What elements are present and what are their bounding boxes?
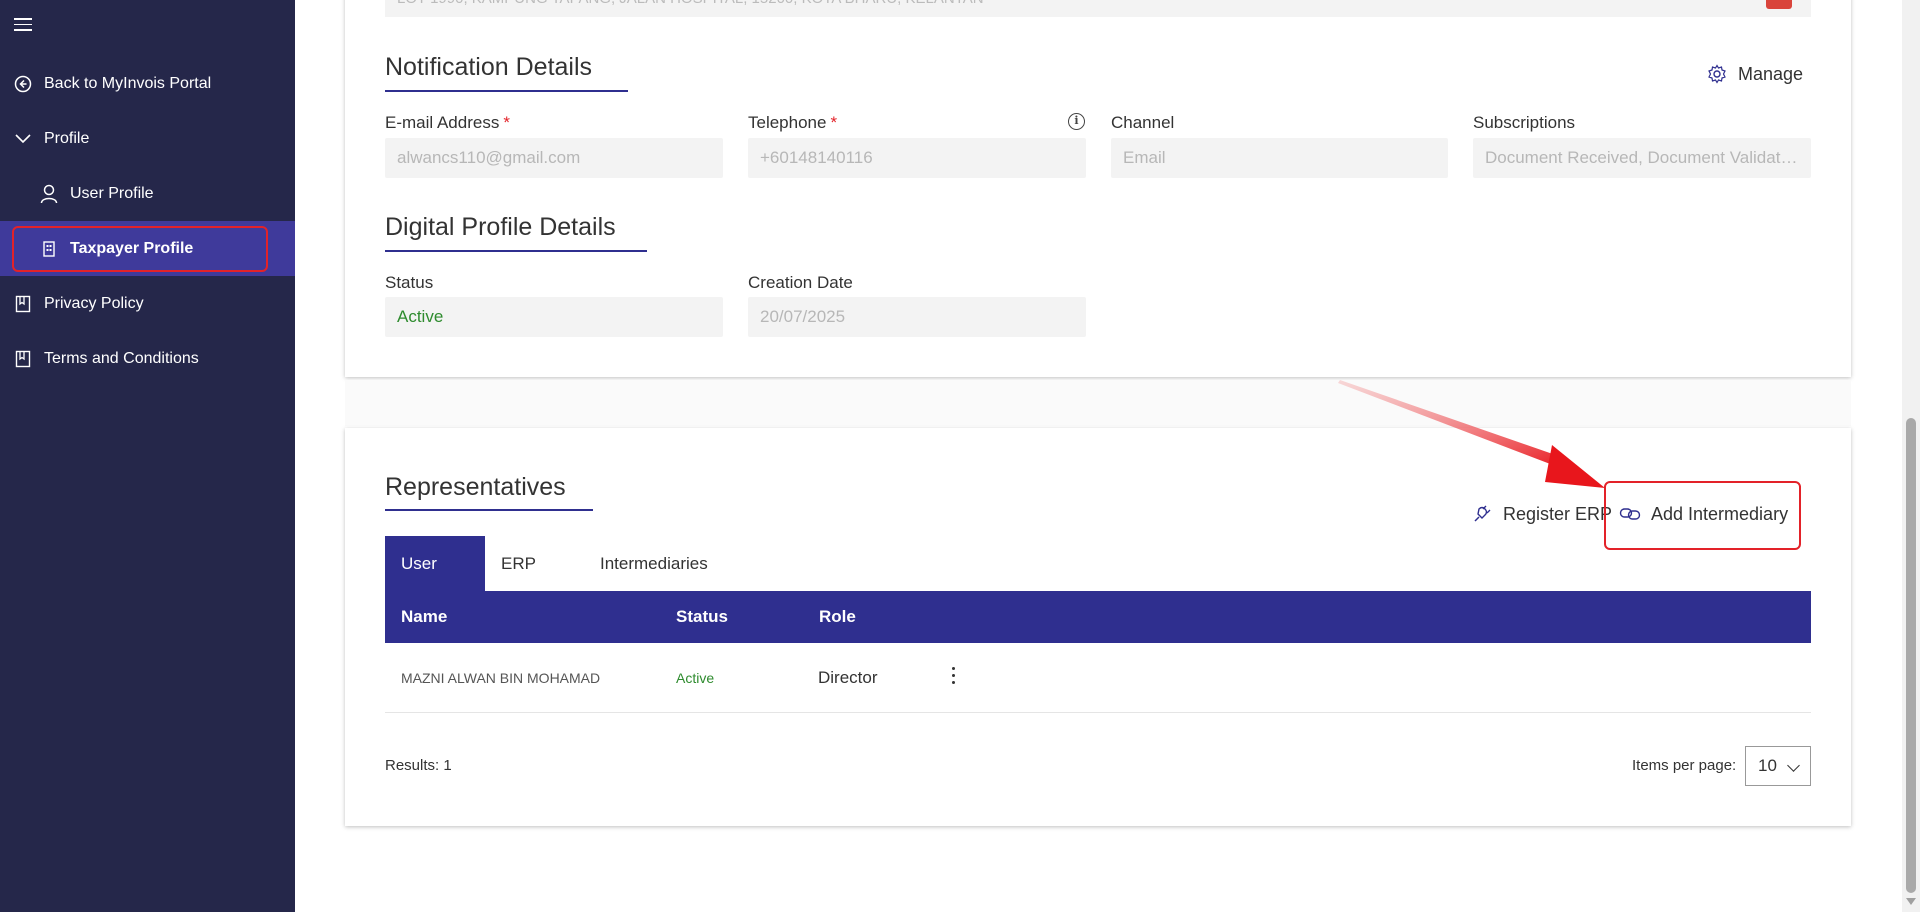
- sidebar-item-label: Profile: [44, 129, 90, 147]
- info-icon[interactable]: i: [1068, 113, 1085, 130]
- email-field[interactable]: alwancs110@gmail.com: [385, 138, 723, 178]
- edit-address-button[interactable]: [1766, 0, 1792, 9]
- section-underline: [385, 250, 647, 252]
- required-mark: *: [830, 113, 838, 132]
- channel-label: Channel: [1111, 113, 1175, 132]
- representatives-title: Representatives: [385, 473, 566, 501]
- sidebar-item-profile[interactable]: Profile: [0, 111, 295, 166]
- back-circle-icon: [12, 73, 34, 95]
- scroll-down-arrow-icon[interactable]: [1906, 898, 1916, 905]
- cell-status: Active: [676, 670, 715, 686]
- telephone-field[interactable]: +60148140116: [748, 138, 1086, 178]
- person-icon: [38, 183, 60, 205]
- add-intermediary-button[interactable]: Add Intermediary: [1619, 503, 1788, 525]
- tab-erp[interactable]: ERP: [485, 536, 565, 591]
- register-erp-button[interactable]: Register ERP: [1471, 503, 1612, 525]
- channel-field[interactable]: Email: [1111, 138, 1448, 178]
- more-options-icon[interactable]: [950, 667, 956, 689]
- cell-name: MAZNI ALWAN BIN MOHAMAD: [401, 670, 601, 686]
- status-field: Active: [385, 297, 723, 337]
- telephone-label: Telephone *: [748, 113, 838, 132]
- subscriptions-label: Subscriptions: [1473, 113, 1576, 132]
- section-gap: [345, 380, 1851, 426]
- book-icon: [12, 293, 34, 315]
- add-intermediary-label: Add Intermediary: [1651, 503, 1789, 524]
- digital-profile-title: Digital Profile Details: [385, 213, 616, 241]
- plug-icon: [1471, 503, 1493, 525]
- status-label: Status: [385, 273, 434, 292]
- vertical-scrollbar[interactable]: [1902, 0, 1920, 912]
- required-mark: *: [503, 113, 510, 132]
- creation-date-label: Creation Date: [748, 273, 853, 292]
- sidebar-item-label: Back to MyInvois Portal: [44, 74, 212, 92]
- scrollbar-thumb[interactable]: [1906, 418, 1916, 893]
- link-icon: [1619, 503, 1641, 525]
- sidebar-item-back-to-portal[interactable]: Back to MyInvois Portal: [0, 56, 295, 111]
- register-erp-label: Register ERP: [1503, 503, 1613, 524]
- book-icon: [12, 348, 34, 370]
- sidebar-item-label: Taxpayer Profile: [70, 239, 194, 257]
- gear-icon: [1706, 63, 1728, 85]
- sidebar: Back to MyInvois Portal Profile User Pro…: [0, 0, 295, 912]
- items-per-page-select[interactable]: 10: [1745, 746, 1811, 786]
- column-header-role[interactable]: Role: [819, 591, 856, 643]
- section-underline: [385, 509, 593, 511]
- annotation-arrow: [1338, 380, 1605, 488]
- creation-date-field: 20/07/2025: [748, 297, 1086, 337]
- items-per-page-value: 10: [1758, 756, 1777, 775]
- items-per-page-label: Items per page:: [1632, 757, 1737, 774]
- representatives-table-header: Name Status Role: [385, 591, 1811, 643]
- sidebar-item-privacy-policy[interactable]: Privacy Policy: [0, 276, 295, 331]
- manage-button[interactable]: Manage: [1706, 63, 1803, 85]
- address-field: LOT 1990, KAMPUNG TAPANG, JALAN HOSPITAL…: [385, 0, 1811, 17]
- manage-label: Manage: [1738, 63, 1804, 84]
- sidebar-item-user-profile[interactable]: User Profile: [0, 166, 295, 221]
- section-underline: [385, 90, 628, 92]
- sidebar-item-terms[interactable]: Terms and Conditions: [0, 331, 295, 386]
- notification-details-title: Notification Details: [385, 53, 593, 81]
- sidebar-item-label: Terms and Conditions: [44, 349, 199, 367]
- column-header-status[interactable]: Status: [676, 591, 728, 643]
- hamburger-icon[interactable]: [14, 18, 34, 34]
- results-count: Results: 1: [385, 757, 452, 774]
- email-label: E-mail Address *: [385, 113, 510, 132]
- tab-user[interactable]: User: [385, 536, 485, 591]
- chevron-down-icon: [12, 128, 34, 150]
- tab-intermediaries[interactable]: Intermediaries: [584, 536, 724, 591]
- table-row: MAZNI ALWAN BIN MOHAMAD Active Director: [385, 643, 1811, 713]
- subscriptions-field[interactable]: Document Received, Document Validated: [1473, 138, 1811, 178]
- cell-role: Director: [818, 668, 878, 687]
- sidebar-item-taxpayer-profile[interactable]: Taxpayer Profile: [0, 221, 295, 276]
- building-icon: [38, 238, 60, 260]
- column-header-name[interactable]: Name: [401, 591, 447, 643]
- chevron-down-icon: [1787, 759, 1800, 772]
- sidebar-item-label: Privacy Policy: [44, 294, 144, 312]
- sidebar-item-label: User Profile: [70, 184, 154, 202]
